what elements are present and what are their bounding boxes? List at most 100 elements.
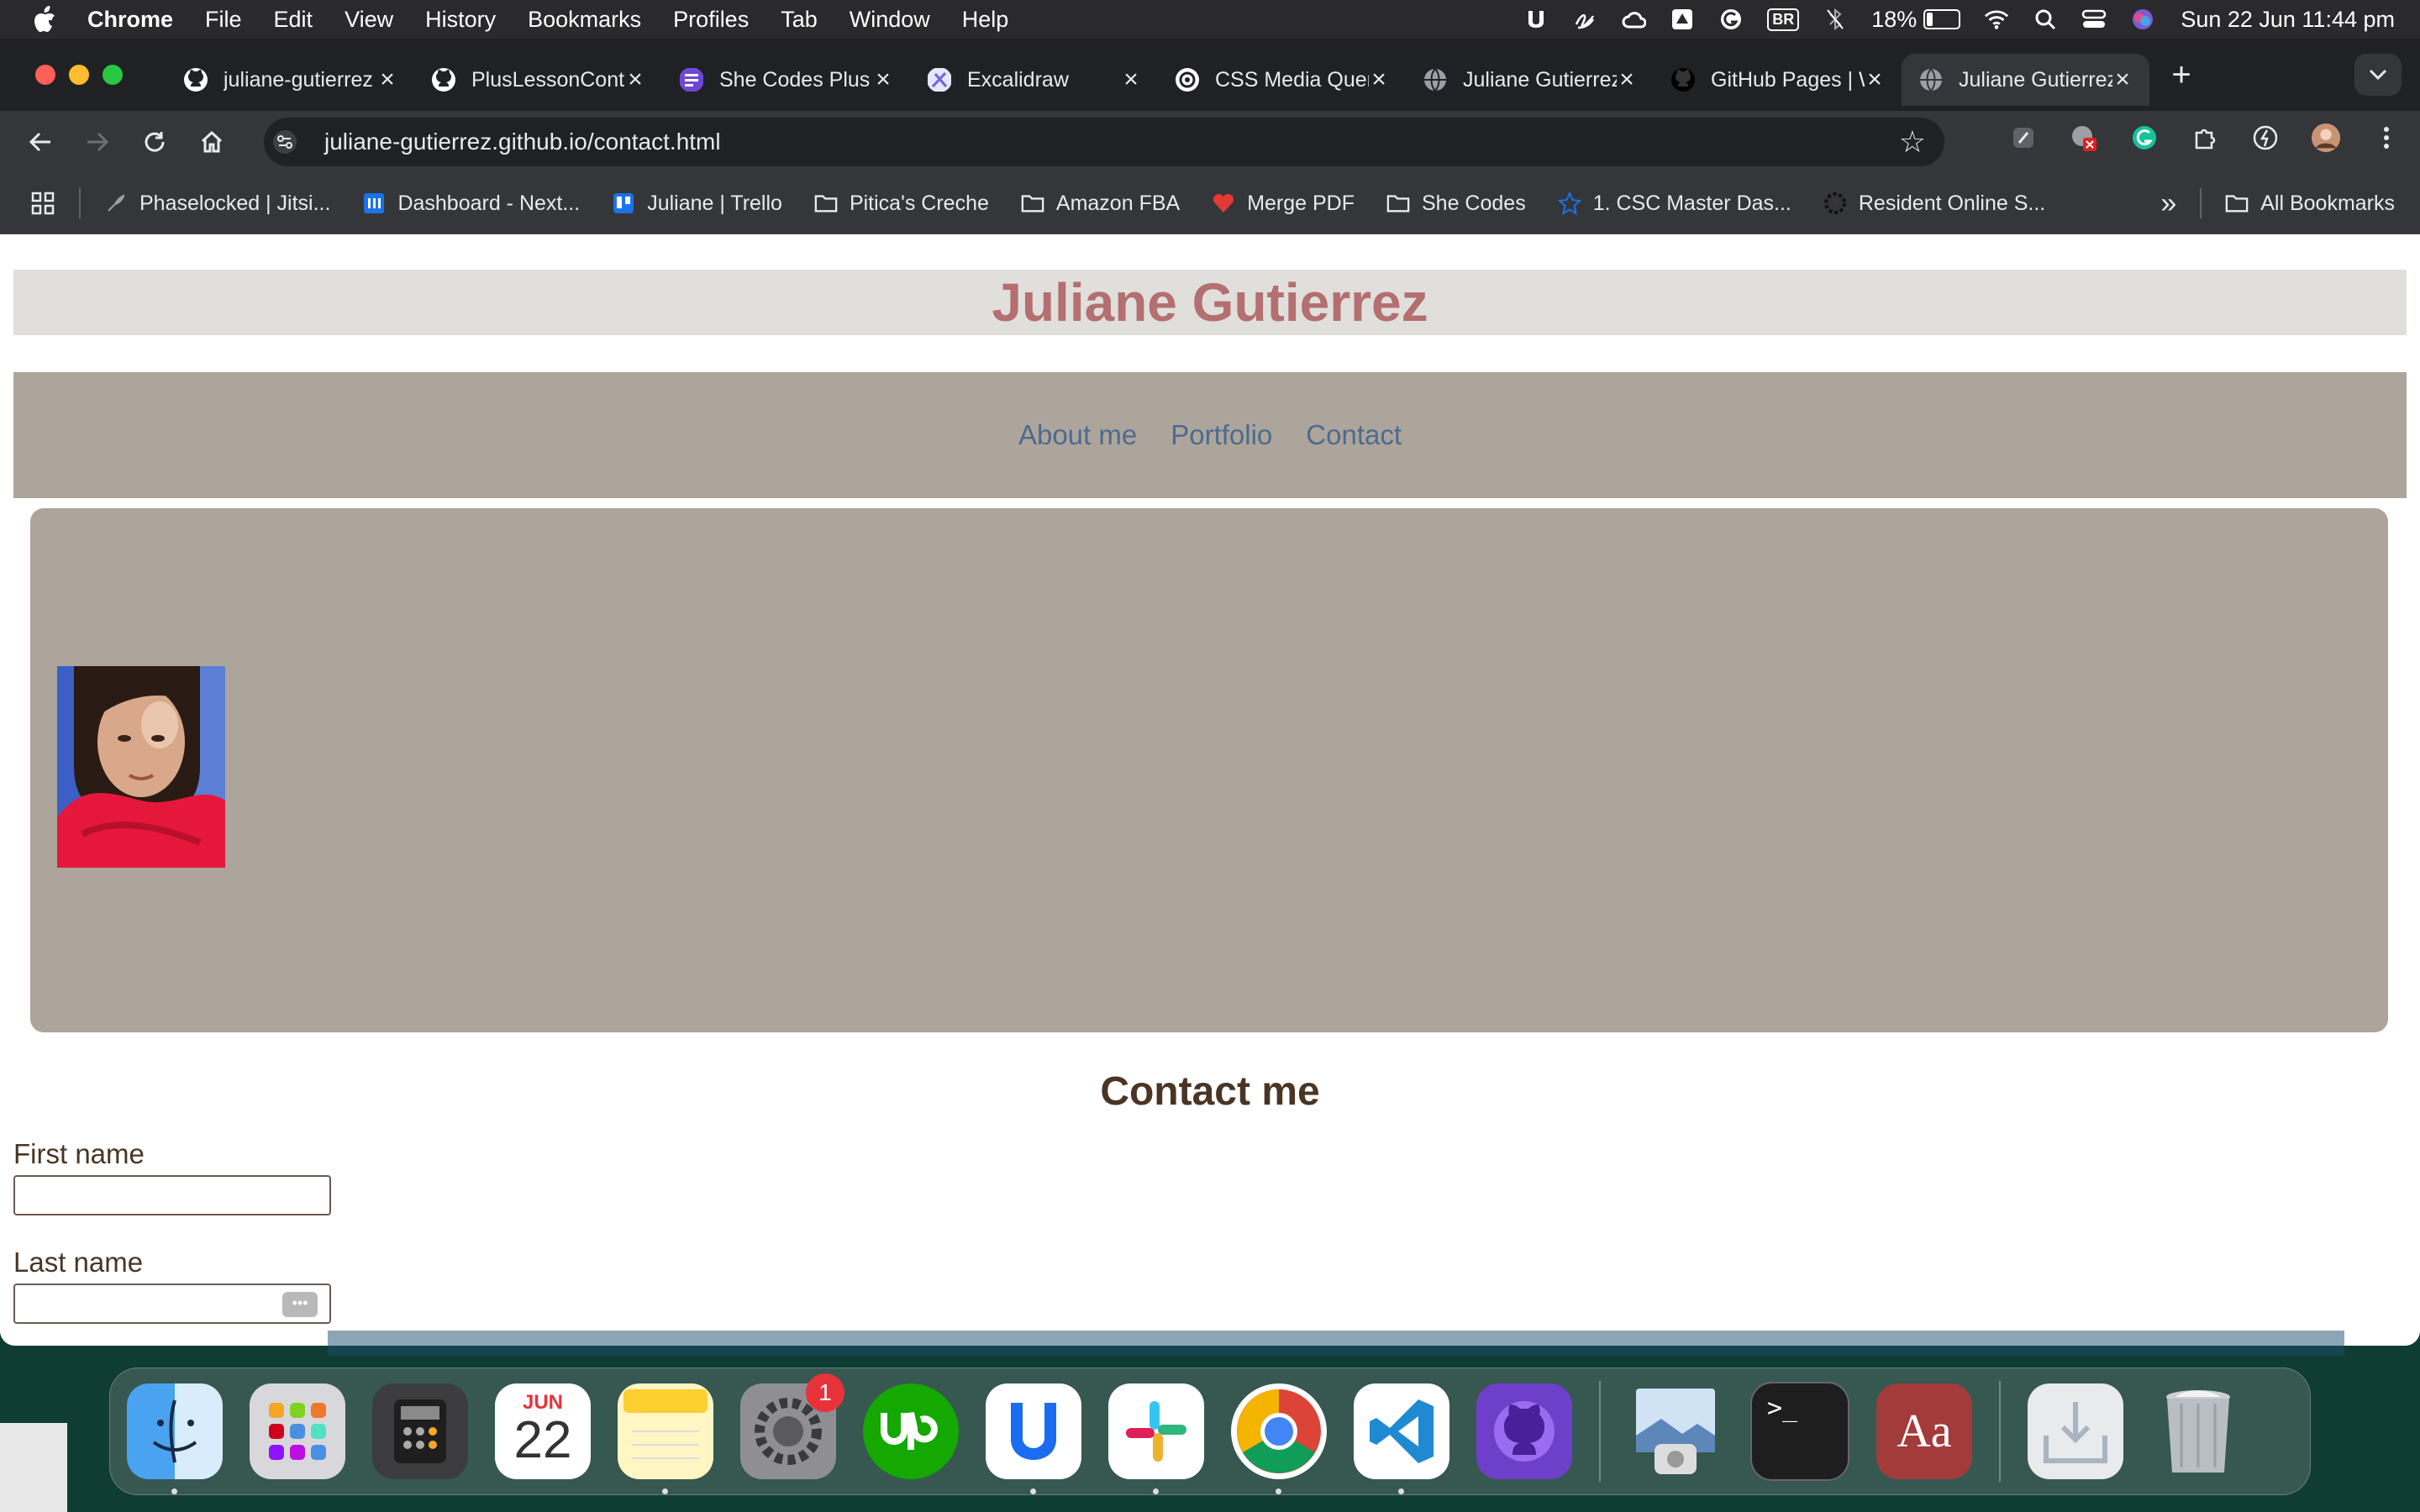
dock-system-settings[interactable]: 1 [740, 1373, 844, 1479]
close-tab-icon[interactable]: × [873, 67, 893, 92]
close-tab-icon[interactable]: × [1369, 67, 1389, 92]
close-tab-icon[interactable]: × [2112, 67, 2133, 92]
dock-calculator[interactable] [372, 1383, 468, 1479]
menu-profiles[interactable]: Profiles [673, 7, 749, 33]
dock-finder[interactable] [127, 1383, 223, 1494]
close-tab-icon[interactable]: × [377, 67, 397, 92]
dock-notes[interactable] [618, 1383, 713, 1494]
close-tab-icon[interactable]: × [1617, 67, 1637, 92]
bookmark-csc-master[interactable]: 1. CSC Master Das... [1557, 192, 1791, 216]
tab-excalidraw[interactable]: Excalidraw × [910, 54, 1158, 106]
tab-juliane-gutierrez-repo[interactable]: juliane-gutierrez × [166, 54, 414, 106]
close-tab-icon[interactable]: × [1121, 67, 1141, 92]
nav-link-portfolio[interactable]: Portfolio [1171, 419, 1272, 451]
feather-extension-icon[interactable] [2008, 123, 2039, 153]
nav-link-about-me[interactable]: About me [1018, 419, 1137, 451]
all-bookmarks-button[interactable]: All Bookmarks [2225, 192, 2395, 216]
new-tab-button[interactable]: + [2165, 56, 2198, 94]
bookmarks-divider [2200, 188, 2202, 218]
menu-window[interactable]: Window [850, 7, 930, 33]
wifi-icon[interactable] [1984, 7, 2009, 32]
dock-dictionary[interactable]: Aa [1876, 1383, 1972, 1479]
bookmark-dashboard[interactable]: Dashboard - Next... [362, 192, 580, 216]
dock-vscode[interactable] [1354, 1383, 1449, 1494]
nav-link-contact[interactable]: Contact [1306, 419, 1402, 451]
first-name-input[interactable] [13, 1175, 331, 1215]
apps-grid-button[interactable] [30, 191, 55, 216]
dock-github-desktop[interactable] [1476, 1383, 1572, 1479]
bookmarks-overflow-button[interactable]: » [2160, 187, 2176, 220]
close-tab-icon[interactable]: × [1865, 67, 1885, 92]
close-tab-icon[interactable]: × [625, 67, 645, 92]
dock-upwork[interactable] [863, 1383, 959, 1479]
profile-avatar-icon[interactable] [2311, 123, 2341, 153]
bookmark-merge-pdf[interactable]: Merge PDF [1212, 192, 1355, 216]
bookmark-star-icon[interactable]: ☆ [1899, 124, 1926, 160]
menubar-clock[interactable]: Sun 22 Jun 11:44 pm [2181, 7, 2395, 33]
dock-downloads[interactable] [2028, 1383, 2123, 1479]
tab-github-pages[interactable]: GitHub Pages | W × [1654, 54, 1902, 106]
tab-css-media-queries[interactable]: CSS Media Queri × [1158, 54, 1406, 106]
site-settings-icon[interactable] [272, 129, 297, 155]
menu-view[interactable]: View [345, 7, 393, 33]
bookmark-folder-amazon-fba[interactable]: Amazon FBA [1021, 192, 1180, 216]
bookmark-folder-piticas-creche[interactable]: Pitica's Creche [814, 192, 989, 216]
last-name-input[interactable]: ••• [13, 1284, 331, 1324]
apple-icon[interactable] [32, 5, 57, 34]
forward-button[interactable] [81, 125, 114, 159]
menu-tab[interactable]: Tab [781, 7, 818, 33]
minimize-window-button[interactable] [69, 65, 89, 85]
creative-cloud-icon[interactable] [1621, 7, 1647, 32]
menu-file[interactable]: File [205, 7, 242, 33]
dock-terminal[interactable]: >_ [1750, 1382, 1849, 1481]
menu-help[interactable]: Help [962, 7, 1009, 33]
spotlight-search-icon[interactable] [2033, 7, 2058, 32]
tab-pluslessoncont[interactable]: PlusLessonCont × [414, 54, 662, 106]
blocked-extension-icon[interactable] [2069, 123, 2099, 153]
dock-slack[interactable] [1108, 1383, 1204, 1494]
bookmark-trello[interactable]: Juliane | Trello [612, 192, 782, 216]
dock-launchpad[interactable] [250, 1383, 345, 1479]
dock-linear[interactable] [986, 1383, 1081, 1494]
control-center-icon[interactable] [2081, 7, 2107, 32]
close-window-button[interactable] [35, 65, 55, 85]
back-button[interactable] [24, 125, 57, 159]
grammarly-extension-icon[interactable] [2129, 123, 2160, 153]
bluetooth-off-icon[interactable] [1823, 7, 1848, 32]
bookmark-folder-she-codes[interactable]: She Codes [1386, 192, 1526, 216]
home-button[interactable] [195, 125, 229, 159]
tab-search-button[interactable] [2354, 54, 2402, 96]
reload-button[interactable] [138, 125, 171, 159]
grammarly-status-icon[interactable] [1718, 7, 1744, 32]
dock-trash[interactable] [2150, 1383, 2246, 1479]
menu-bookmarks[interactable]: Bookmarks [528, 7, 641, 33]
dock-preview[interactable] [1628, 1383, 1723, 1479]
bookmark-phaselocked[interactable]: Phaselocked | Jitsi... [104, 192, 330, 216]
siri-icon[interactable] [2130, 7, 2155, 32]
more-menu-icon[interactable] [2371, 123, 2402, 153]
dock-calendar[interactable]: JUN 22 [495, 1383, 591, 1479]
downloads-tray-icon [2044, 1402, 2107, 1463]
address-bar[interactable]: juliane-gutierrez.github.io/contact.html… [264, 118, 1944, 166]
battery-indicator[interactable]: 18% [1871, 7, 1961, 33]
desktop-file-thumbnail[interactable] [0, 1423, 67, 1512]
extensions-puzzle-icon[interactable] [2190, 123, 2220, 153]
scribble-status-icon[interactable] [1572, 7, 1597, 32]
dock-chrome[interactable] [1231, 1383, 1327, 1494]
autofill-key-icon[interactable]: ••• [282, 1292, 318, 1317]
bookmark-resident-online[interactable]: Resident Online S... [1823, 192, 2045, 216]
tab-juliane-gutierrez-site[interactable]: Juliane Gutierrez × [1406, 54, 1654, 106]
maximize-window-button[interactable] [103, 65, 123, 85]
linear-status-icon[interactable] [1523, 7, 1549, 32]
tab-she-codes-plus[interactable]: She Codes Plus × [662, 54, 910, 106]
performance-icon[interactable] [2250, 123, 2281, 153]
menu-edit[interactable]: Edit [274, 7, 313, 33]
menu-history[interactable]: History [425, 7, 496, 33]
battery-icon [1923, 9, 1961, 29]
menu-app-chrome[interactable]: Chrome [87, 7, 173, 33]
input-source-badge[interactable]: BR [1767, 8, 1800, 31]
running-indicator [1030, 1488, 1036, 1494]
folder-icon [1021, 192, 1044, 215]
tab-juliane-gutierrez-active[interactable]: Juliane Gutierrez × [1902, 54, 2149, 106]
drive-status-icon[interactable] [1670, 7, 1695, 32]
